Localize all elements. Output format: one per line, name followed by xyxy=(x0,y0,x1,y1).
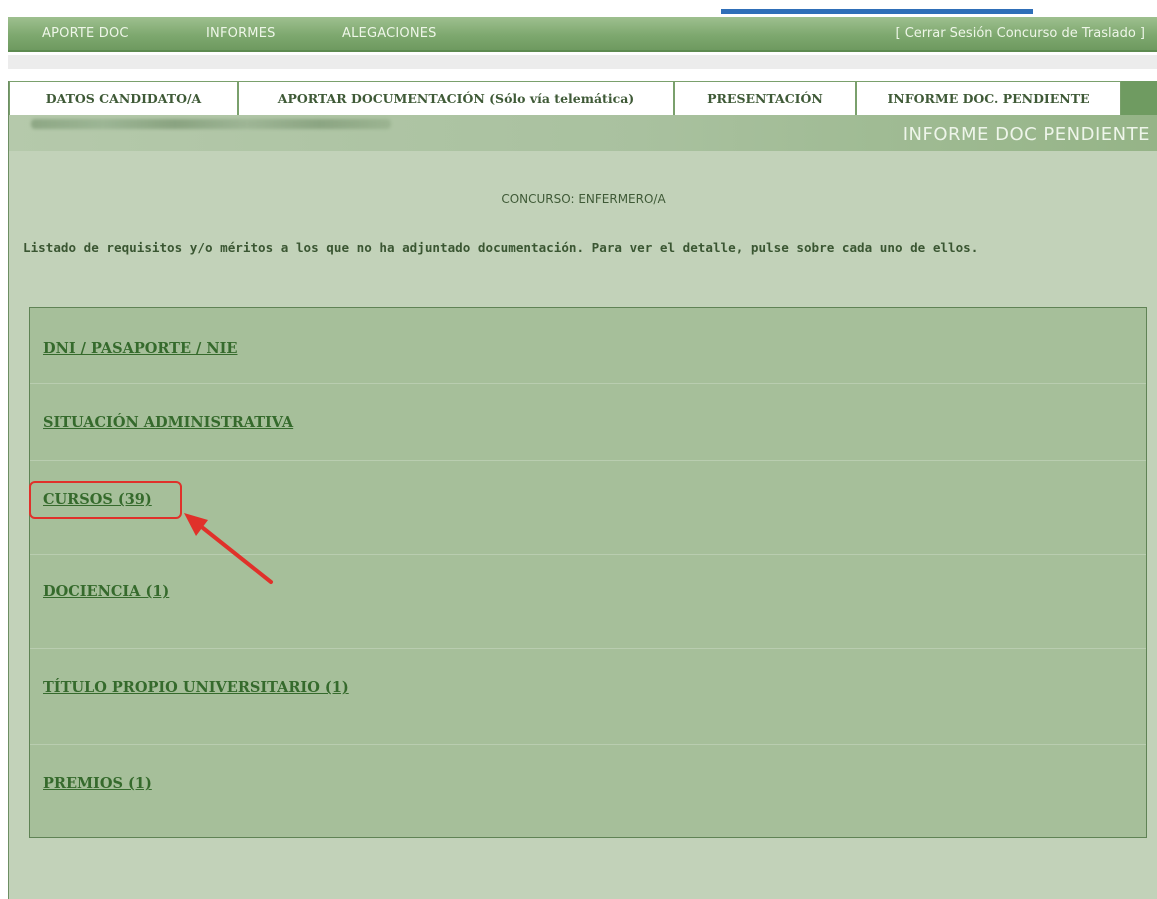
annotation-arrow xyxy=(184,513,273,584)
arrow-head xyxy=(184,513,208,536)
arrow-shaft xyxy=(201,526,273,584)
